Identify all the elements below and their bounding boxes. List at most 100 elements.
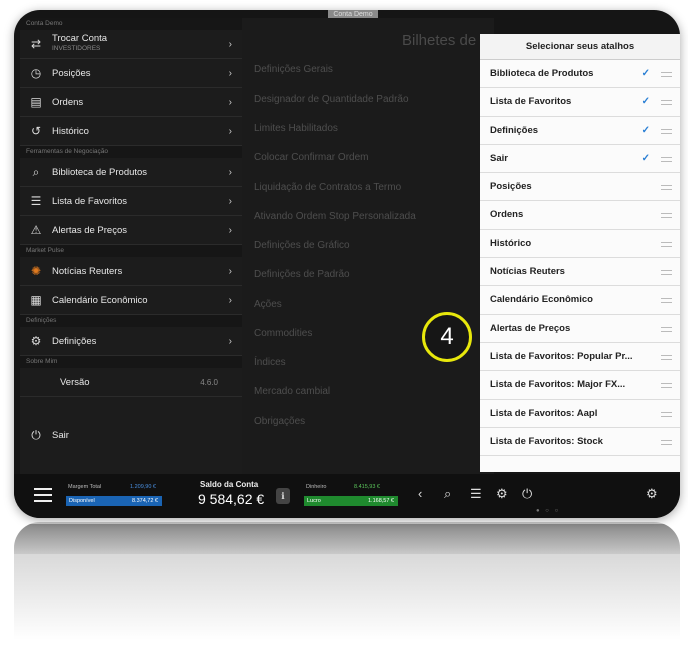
sidebar-item-exit[interactable]: ⏻ Sair xyxy=(20,421,242,450)
drag-handle-icon[interactable] xyxy=(661,241,672,247)
shortcut-row[interactable]: Posições xyxy=(480,173,680,202)
settings-item[interactable]: Limites Habilitados xyxy=(254,123,338,134)
shortcut-row[interactable]: Histórico xyxy=(480,230,680,259)
money-label: Dinheiro xyxy=(306,484,327,490)
settings-item[interactable]: Commodities xyxy=(254,328,312,339)
sidebar-item-watchlist[interactable]: ☰ Lista de Favoritos › xyxy=(20,187,242,216)
shortcut-list: Biblioteca de Produtos ✓ Lista de Favorito… xyxy=(480,60,680,457)
sidebar-item-product-library[interactable]: ⌕ Biblioteca de Produtos › xyxy=(20,158,242,187)
section-header-tools: Ferramentas de Negociação xyxy=(20,146,242,158)
shortcut-row[interactable]: Lista de Favoritos: Major FX... xyxy=(480,371,680,400)
chevron-right-icon: › xyxy=(228,294,232,306)
switch-account-label: Trocar Conta xyxy=(52,33,108,44)
history-icon: ↺ xyxy=(30,124,42,138)
settings-item[interactable]: Mercado cambial xyxy=(254,386,330,397)
balance-label: Saldo da Conta xyxy=(200,480,259,489)
hamburger-menu-icon[interactable] xyxy=(34,488,52,502)
sidebar-item-label: Biblioteca de Produtos xyxy=(52,166,148,178)
sidebar-item-economic-calendar[interactable]: ▦ Calendário Econômico › xyxy=(20,286,242,315)
drag-handle-icon[interactable] xyxy=(661,213,672,219)
drag-handle-icon[interactable] xyxy=(661,72,672,77)
drag-handle-icon[interactable] xyxy=(661,270,672,276)
sidebar-item-reuters-news[interactable]: ✺ Notícias Reuters › xyxy=(20,257,242,286)
sidebar-item-settings[interactable]: ⚙ Definições › xyxy=(20,327,242,356)
chevron-left-icon[interactable]: ‹ xyxy=(418,486,422,501)
shortcuts-popover: Selecionar seus atalhos Biblioteca de Pr… xyxy=(480,34,680,472)
shortcut-label: Lista de Favoritos: Popular Pr... xyxy=(490,350,633,362)
shortcut-row[interactable]: Ordens xyxy=(480,201,680,230)
shortcut-label: Calendário Econômico xyxy=(490,294,593,306)
settings-item[interactable]: Liquidação de Contratos a Termo xyxy=(254,182,401,193)
checkmark-icon: ✓ xyxy=(641,152,650,164)
settings-item[interactable]: Colocar Confirmar Ordem xyxy=(254,152,368,163)
shortcut-row[interactable]: Alertas de Preços xyxy=(480,315,680,343)
chevron-right-icon: › xyxy=(228,166,232,178)
drag-handle-icon[interactable] xyxy=(661,156,672,162)
profit-label: Lucro xyxy=(307,498,321,504)
sidebar-item-switch-account[interactable]: ⇄ Trocar Conta INVESTIDORES › xyxy=(20,30,242,59)
chevron-right-icon: › xyxy=(228,335,232,347)
shortcut-label: Biblioteca de Produtos xyxy=(490,68,594,79)
shortcut-row[interactable]: Definições ✓ xyxy=(480,117,680,145)
shortcut-label: Posições xyxy=(490,181,532,193)
settings-gear-icon[interactable]: ⚙ xyxy=(646,486,658,502)
sidebar-menu: Conta Demo ⇄ Trocar Conta INVESTIDORES › … xyxy=(20,18,242,474)
shortcut-row[interactable]: Notícias Reuters xyxy=(480,258,680,287)
settings-item[interactable]: Índices xyxy=(254,357,286,368)
settings-item[interactable]: Definições Gerais xyxy=(254,64,333,75)
shortcut-row[interactable]: Lista de Favoritos: Aapl xyxy=(480,400,680,428)
settings-item[interactable]: Obrigações xyxy=(254,416,305,427)
bottom-toolbar: Margem Total 1.209,90 € Disponível 8.374… xyxy=(14,474,680,518)
checkmark-icon: ✓ xyxy=(641,68,650,79)
tablet-screen: Conta Demo Conta Demo ⇄ Trocar Conta INVE… xyxy=(14,10,680,518)
checkmark-icon: ✓ xyxy=(641,124,650,136)
shortcut-row[interactable]: Lista de Favoritos: Stock xyxy=(480,428,680,457)
shortcut-label: Lista de Favoritos: Major FX... xyxy=(490,379,626,391)
sidebar-item-orders[interactable]: ▤ Ordens › xyxy=(20,88,242,117)
search-icon: ⌕ xyxy=(32,164,40,179)
chevron-right-icon: › xyxy=(228,96,232,108)
drag-handle-icon[interactable] xyxy=(661,439,672,445)
gear-icon[interactable]: ⚙ xyxy=(496,486,508,502)
settings-item[interactable]: Definições de Gráfico xyxy=(254,240,350,251)
margin-label: Margem Total xyxy=(68,484,102,490)
chevron-right-icon: › xyxy=(228,38,232,50)
info-toggle-icon[interactable]: ℹ xyxy=(276,488,290,504)
sidebar-item-positions[interactable]: ◷ Posições › xyxy=(20,59,242,88)
drag-handle-icon[interactable] xyxy=(661,185,672,191)
popover-title: Selecionar seus atalhos xyxy=(480,34,680,60)
drag-handle-icon[interactable] xyxy=(661,383,672,389)
power-icon[interactable]: ⏻ xyxy=(522,486,532,502)
sidebar-item-history[interactable]: ↺ Histórico › xyxy=(20,117,242,146)
chevron-right-icon: › xyxy=(228,67,232,79)
clock-icon: ◷ xyxy=(30,66,42,80)
search-icon[interactable]: ⌕ xyxy=(444,486,451,502)
drag-handle-icon[interactable] xyxy=(661,128,672,134)
drag-handle-icon[interactable] xyxy=(661,354,672,360)
drag-handle-icon[interactable] xyxy=(661,326,672,332)
checkmark-icon: ✓ xyxy=(641,96,650,108)
shortcut-label: Lista de Favoritos: Stock xyxy=(490,435,603,447)
shortcut-row[interactable]: Sair ✓ xyxy=(480,145,680,174)
shortcut-row[interactable]: Biblioteca de Produtos ✓ xyxy=(480,60,680,89)
settings-item[interactable]: Definições de Padrão xyxy=(254,269,350,280)
list-icon[interactable]: ☰ xyxy=(470,486,482,502)
drag-handle-icon[interactable] xyxy=(661,100,672,106)
shortcut-row[interactable]: Calendário Econômico xyxy=(480,286,680,315)
drag-handle-icon[interactable] xyxy=(661,298,672,304)
chevron-right-icon: › xyxy=(228,195,232,207)
sidebar-item-price-alerts[interactable]: ⚠ Alertas de Preços › xyxy=(20,216,242,245)
version-label: Versão xyxy=(60,376,90,388)
chevron-right-icon: › xyxy=(228,125,232,137)
sidebar-item-label: Alertas de Preços xyxy=(52,224,127,236)
settings-item[interactable]: Ações xyxy=(254,299,282,310)
drag-handle-icon[interactable] xyxy=(661,411,672,417)
shortcut-row[interactable]: Lista de Favoritos ✓ xyxy=(480,88,680,117)
shortcut-label: Lista de Favoritos xyxy=(490,96,572,108)
power-icon: ⏻ xyxy=(31,428,41,442)
settings-item[interactable]: Ativando Ordem Stop Personalizada xyxy=(254,211,416,222)
settings-item[interactable]: Designador de Quantidade Padrão xyxy=(254,94,409,105)
reflection-toolbar xyxy=(14,524,680,554)
shortcut-row[interactable]: Lista de Favoritos: Popular Pr... xyxy=(480,343,680,372)
